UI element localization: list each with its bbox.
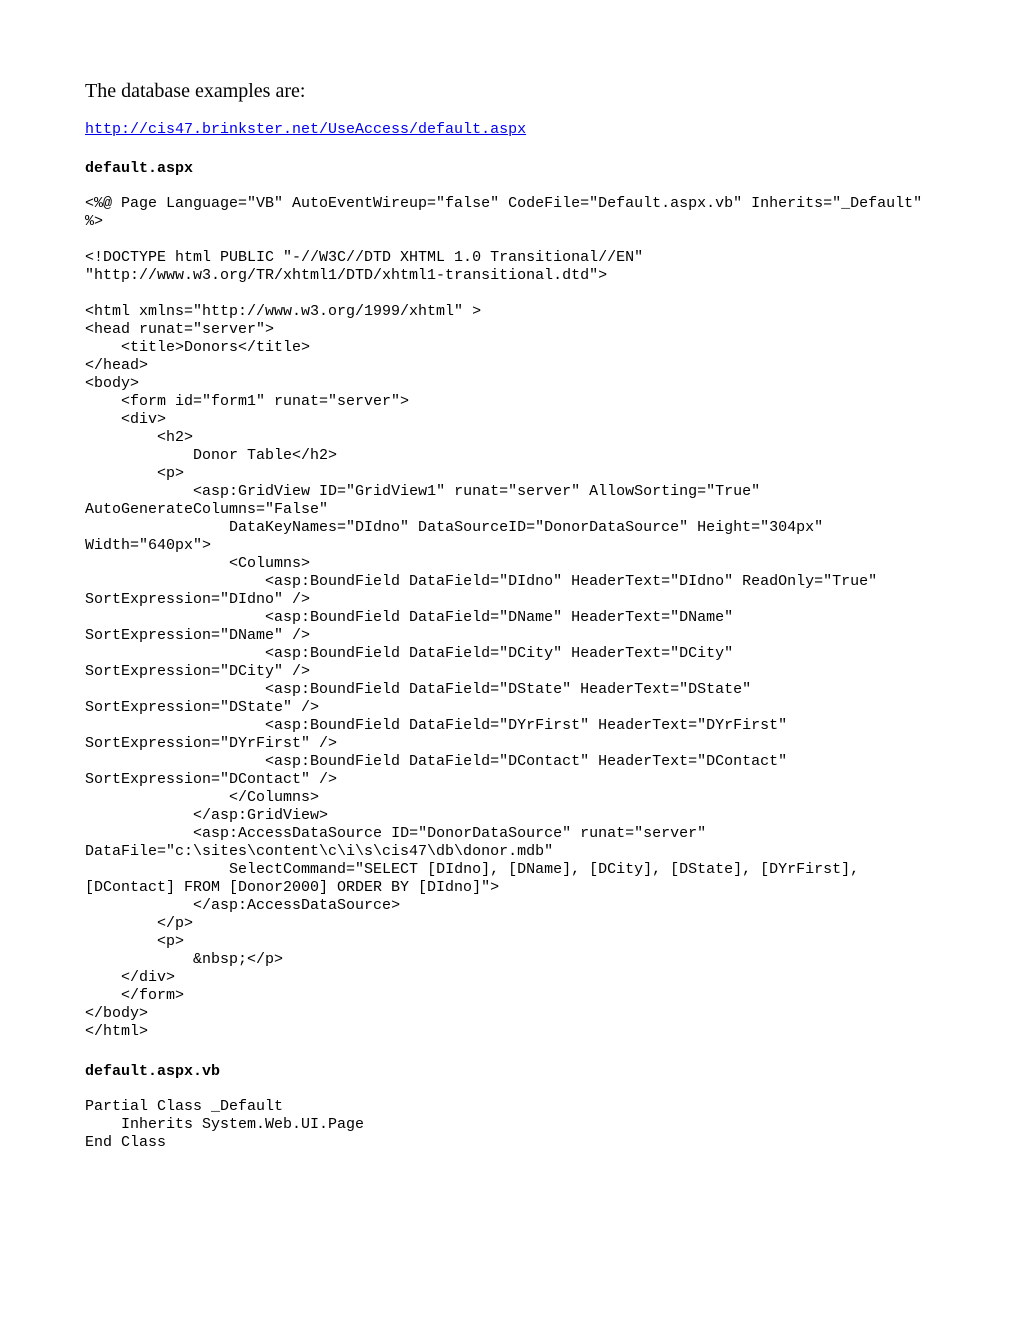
file1-code: <%@ Page Language="VB" AutoEventWireup="… (85, 195, 935, 1041)
intro-text: The database examples are: (85, 80, 935, 103)
example-link[interactable]: http://cis47.brinkster.net/UseAccess/def… (85, 121, 935, 138)
file2-name: default.aspx.vb (85, 1063, 935, 1080)
file1-name: default.aspx (85, 160, 935, 177)
file2-code: Partial Class _Default Inherits System.W… (85, 1098, 935, 1152)
